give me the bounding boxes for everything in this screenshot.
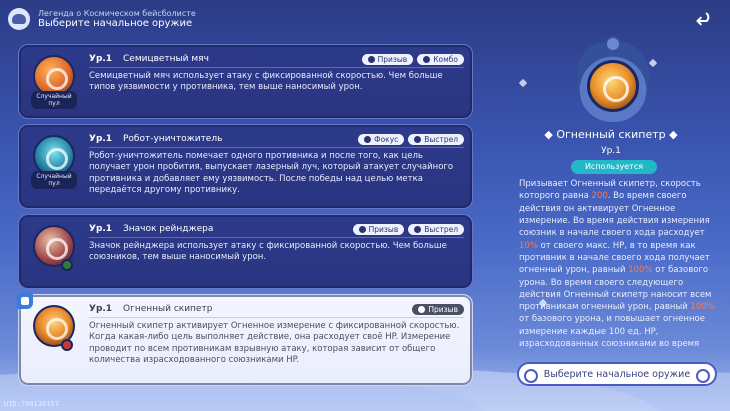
weapon-card-seven-color-ball[interactable]: Случайный пул Ур.1 Семицветный мяч Призы… (18, 44, 473, 119)
random-pool-tag: Случайный пул (31, 171, 77, 189)
detail-description: Призывает Огненный скипетр, скорость кот… (519, 179, 715, 350)
choose-starting-weapon-button[interactable]: Выберите начальное оружие (517, 362, 717, 386)
detail-weapon-level: Ур.1 (601, 146, 621, 156)
combo-icon (423, 55, 431, 63)
green-status-icon (61, 259, 73, 271)
back-arrow-icon (696, 12, 710, 26)
tag-summon: Призыв (412, 303, 464, 315)
fire-scepter-emblem-icon (577, 36, 649, 122)
summon-icon (367, 55, 375, 63)
shot-icon (414, 225, 422, 233)
in-use-badge: Используется (571, 160, 657, 174)
page-title: Выберите начальное оружие (38, 17, 193, 29)
tag-combo: Комбо (417, 53, 464, 65)
divider (89, 317, 464, 318)
summon-icon (358, 225, 366, 233)
tag-summon: Призыв (352, 223, 405, 235)
divider (89, 237, 464, 238)
tag-focus: Фокус (358, 133, 405, 145)
event-subtitle: Легенда о Космическом бейсболисте (38, 8, 196, 18)
random-pool-tag: Случайный пул (31, 91, 77, 109)
weapon-level: Ур.1 (89, 304, 113, 314)
detail-weapon-name: ◆ Огненный скипетр ◆ (544, 128, 678, 141)
weapon-description: Робот-уничтожитель помечает одного проти… (89, 151, 454, 196)
uid-label: UID:700130157 (4, 400, 59, 408)
shot-icon (414, 135, 422, 143)
weapon-level: Ур.1 (89, 224, 113, 234)
weapon-description: Семицветный мяч использует атаку с фикси… (89, 71, 443, 93)
summon-icon (418, 305, 426, 313)
weapon-level: Ур.1 (89, 134, 113, 144)
divider (89, 147, 464, 148)
weapon-name: Семицветный мяч (123, 54, 209, 64)
header: Легенда о Космическом бейсболисте Выбери… (8, 8, 196, 30)
back-button[interactable] (694, 10, 716, 32)
weapon-list: Случайный пул Ур.1 Семицветный мяч Призы… (17, 44, 473, 391)
focus-icon (364, 135, 372, 143)
tag-summon: Призыв (361, 53, 414, 65)
weapon-card-robot-destroyer[interactable]: Случайный пул Ур.1 Робот-уничтожитель Фо… (18, 124, 473, 209)
weapon-name: Значок рейнджера (123, 224, 214, 234)
weapon-description: Значок рейнджера использует атаку с фикс… (89, 241, 447, 263)
tag-shot: Выстрел (408, 223, 464, 235)
weapon-name: Робот-уничтожитель (123, 134, 223, 144)
raccoon-logo-icon (8, 8, 30, 30)
weapon-card-ranger-badge[interactable]: Ур.1 Значок рейнджера Призыв Выстрел Зна… (18, 214, 473, 289)
weapon-description: Огненный скипетр активирует Огненное изм… (89, 321, 460, 366)
weapon-detail-panel: ◆ Огненный скипетр ◆ Ур.1 Используется П… (505, 36, 717, 352)
divider (89, 67, 464, 68)
red-status-icon (61, 339, 73, 351)
weapon-name: Огненный скипетр (123, 304, 213, 314)
weapon-level: Ур.1 (89, 54, 113, 64)
weapon-card-fire-scepter[interactable]: Ур.1 Огненный скипетр Призыв Огненный ск… (17, 293, 473, 386)
tag-shot: Выстрел (408, 133, 464, 145)
